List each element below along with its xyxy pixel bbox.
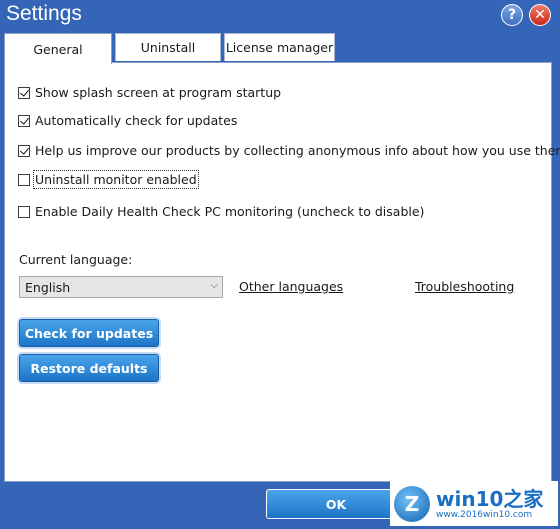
- anonymous-info-checkbox[interactable]: [18, 144, 30, 157]
- title-bar: Settings ? ✕: [0, 0, 560, 34]
- watermark-text: win10之家 www.2016win10.com: [436, 488, 543, 520]
- option-daily-health-check[interactable]: Enable Daily Health Check PC monitoring …: [18, 204, 424, 219]
- language-select[interactable]: English ⌵: [19, 276, 223, 298]
- option-label: Uninstall monitor enabled: [33, 170, 199, 189]
- auto-update-checkbox[interactable]: [18, 114, 30, 127]
- current-language-label: Current language:: [19, 252, 133, 267]
- option-label: Enable Daily Health Check PC monitoring …: [35, 204, 425, 219]
- troubleshooting-link[interactable]: Troubleshooting: [415, 279, 514, 294]
- tab-license-manager[interactable]: License manager: [224, 33, 335, 61]
- option-uninstall-monitor[interactable]: Uninstall monitor enabled: [18, 170, 199, 189]
- option-label: Automatically check for updates: [35, 113, 238, 128]
- daily-health-check-checkbox[interactable]: [18, 205, 30, 218]
- option-anonymous-info[interactable]: Help us improve our products by collecti…: [18, 143, 560, 158]
- win10-logo-icon: Z: [394, 485, 430, 522]
- help-icon[interactable]: ?: [501, 4, 523, 26]
- option-label: Help us improve our products by collecti…: [35, 143, 560, 158]
- restore-defaults-button[interactable]: Restore defaults: [19, 354, 159, 382]
- language-selected-value: English: [25, 279, 71, 295]
- chevron-down-icon: ⌵: [210, 280, 218, 291]
- watermark-main: win10之家: [436, 486, 544, 511]
- ok-button[interactable]: OK: [266, 489, 406, 519]
- other-languages-link[interactable]: Other languages: [239, 279, 343, 294]
- close-icon[interactable]: ✕: [529, 4, 551, 26]
- option-label: Show splash screen at program startup: [35, 85, 282, 100]
- splash-screen-checkbox[interactable]: [18, 86, 30, 99]
- tab-uninstall[interactable]: Uninstall: [115, 33, 221, 61]
- option-splash-screen[interactable]: Show splash screen at program startup: [18, 85, 281, 100]
- watermark-sub: www.2016win10.com: [436, 509, 533, 520]
- watermark: Z win10之家 www.2016win10.com: [390, 481, 558, 526]
- tab-general[interactable]: General: [4, 33, 112, 64]
- uninstall-monitor-checkbox[interactable]: [18, 173, 30, 186]
- window-title: Settings: [6, 2, 82, 25]
- check-for-updates-button[interactable]: Check for updates: [19, 319, 159, 347]
- option-auto-update[interactable]: Automatically check for updates: [18, 113, 237, 128]
- general-panel: Show splash screen at program startup Au…: [4, 62, 560, 482]
